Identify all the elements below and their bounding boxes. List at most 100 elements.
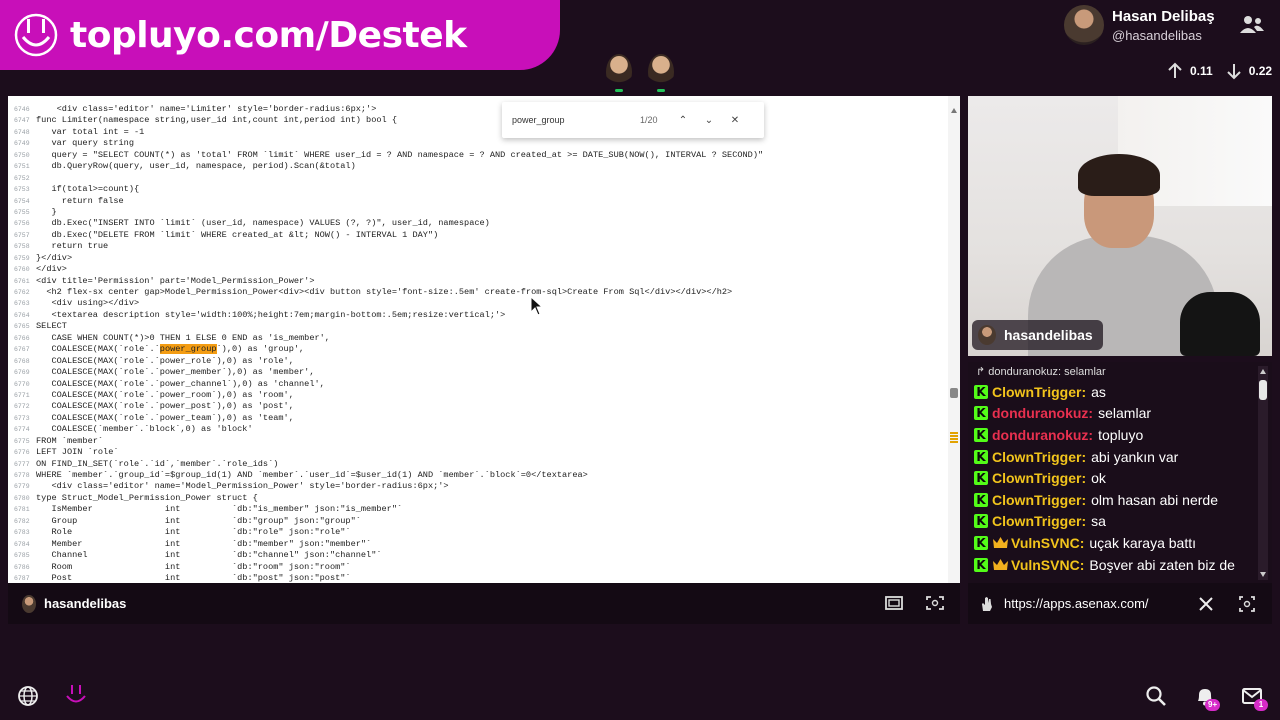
code-line[interactable]: 6768 COALESCE(MAX(`role`.`power_role`),0… (8, 356, 952, 367)
code-line[interactable]: 6762 <h2 flex-sx center gap>Model_Permis… (8, 287, 952, 298)
code-line[interactable]: 6755 } (8, 207, 952, 218)
code-line[interactable]: 6771 COALESCE(MAX(`role`.`power_room`),0… (8, 390, 952, 401)
code-line[interactable]: 6754 return false (8, 196, 952, 207)
code-line[interactable]: 6767 COALESCE(MAX(`role`.`power_group`),… (8, 344, 952, 355)
code-text: if(total>=count){ (36, 184, 140, 195)
code-text: db.QueryRow(query, user_id, namespace, p… (36, 161, 356, 172)
app-url[interactable]: https://apps.asenax.com/ (1004, 596, 1149, 611)
kick-badge-icon: K (974, 471, 988, 486)
code-line[interactable]: 6750 query = "SELECT COUNT(*) as 'total'… (8, 150, 952, 161)
code-line[interactable]: 6747 func Limiter(namespace string,user_i… (8, 115, 952, 126)
find-input[interactable]: power_group (512, 115, 612, 125)
code-line[interactable]: 6746 <div class='editor' name='Limiter' … (8, 104, 952, 115)
find-bar[interactable]: power_group 1/20 ⌃ ⌄ ✕ (502, 102, 764, 138)
code-line[interactable]: 6758 return true (8, 241, 952, 252)
find-previous-button[interactable]: ⌃ (670, 115, 696, 126)
code-line[interactable]: 6773 COALESCE(MAX(`role`.`power_team`),0… (8, 413, 952, 424)
close-icon[interactable] (1197, 595, 1215, 613)
vertical-scrollbar[interactable] (948, 96, 960, 583)
code-line[interactable]: 6780 type Struct_Model_Permission_Power s… (8, 493, 952, 504)
chat-message[interactable]: Kdonduranokuz: topluyo (974, 424, 1258, 446)
fullscreen-icon[interactable] (1238, 595, 1256, 613)
chat-text: olm hasan abi nerde (1091, 491, 1218, 508)
code-line[interactable]: 6756 db.Exec("INSERT INTO `limit` (user_… (8, 218, 952, 229)
chat-username[interactable]: ClownTrigger: (992, 449, 1086, 465)
code-line[interactable]: 6759}</div> (8, 253, 952, 264)
code-line[interactable]: 6787 Post int `db:"post" json:"post"` (8, 573, 952, 583)
code-line[interactable]: 6786 Room int `db:"room" json:"room"` (8, 562, 952, 573)
chat-panel[interactable]: ↱ donduranokuz: selamlar K ClownTrigger: a… (968, 362, 1272, 583)
code-line[interactable]: 6770 COALESCE(MAX(`role`.`power_channel`… (8, 379, 952, 390)
code-line[interactable]: 6782 Group int `db:"group" json:"group"` (8, 516, 952, 527)
code-line[interactable]: 6777 ON FIND_IN_SET(`role`.`id`,`member`.… (8, 459, 952, 470)
chat-username[interactable]: ClownTrigger: (992, 492, 1086, 508)
chat-username[interactable]: ClownTrigger: (992, 384, 1086, 400)
code-text: return false (36, 195, 124, 206)
code-text: Room int `db:"room" json:"room"` (36, 561, 351, 572)
line-number: 6759 (14, 254, 30, 262)
webcam-view[interactable]: hasandelibas (968, 96, 1272, 356)
chat-username[interactable]: ClownTrigger: (992, 470, 1086, 486)
code-line[interactable]: 6763 <div using></div> (8, 298, 952, 309)
code-line[interactable]: 6761 <div title='Permission' part='Model_… (8, 276, 952, 287)
code-line[interactable]: 6749 var query string (8, 138, 952, 149)
code-line[interactable]: 6752 (8, 173, 952, 184)
find-next-button[interactable]: ⌄ (696, 115, 722, 126)
code-text: COALESCE(`member`.`block`,0) as 'block' (36, 424, 253, 435)
code-editor[interactable]: 6746 <div class='editor' name='Limiter' … (8, 104, 952, 583)
topluyo-logo-icon[interactable] (63, 683, 89, 709)
chat-username[interactable]: ClownTrigger: (992, 513, 1086, 529)
code-line[interactable]: 6757 db.Exec("DELETE FROM `limit` WHERE … (8, 230, 952, 241)
profile-header[interactable]: Hasan Delibaş @hasandelibas (1064, 5, 1215, 45)
code-line[interactable]: 6764 <textarea description style='width:… (8, 310, 952, 321)
code-line[interactable]: 6751 db.QueryRow(query, user_id, namespa… (8, 161, 952, 172)
chat-message[interactable]: K ClownTrigger: ok (974, 467, 1258, 489)
viewer-avatar[interactable] (648, 54, 674, 92)
microphone (1180, 292, 1260, 356)
chat-message[interactable]: K ClownTrigger: as (974, 381, 1258, 403)
screen-share-view[interactable]: 6746 <div class='editor' name='Limiter' … (8, 96, 960, 583)
chat-message[interactable]: K ClownTrigger: sa (974, 511, 1258, 533)
code-text: Channel int `db:"channel" json:"channel"… (36, 550, 382, 561)
chat-message[interactable]: K ClownTrigger: abi yankın var (974, 446, 1258, 468)
chat-username[interactable]: donduranokuz: (992, 427, 1093, 443)
crown-icon (993, 559, 1008, 571)
close-icon[interactable]: ✕ (722, 115, 748, 126)
code-line[interactable]: 6753 if(total>=count){ (8, 184, 952, 195)
line-number: 6756 (14, 220, 30, 228)
code-line[interactable]: 6784 Member int `db:"member" json:"membe… (8, 539, 952, 550)
globe-icon[interactable] (17, 685, 39, 707)
code-line[interactable]: 6781 IsMember int `db:"is_member" json:"… (8, 504, 952, 515)
code-line[interactable]: 6772 COALESCE(MAX(`role`.`power_post`),0… (8, 401, 952, 412)
code-line[interactable]: 6785 Channel int `db:"channel" json:"cha… (8, 550, 952, 561)
code-line[interactable]: 6778 WHERE `member`.`group_id`=$group_id(… (8, 470, 952, 481)
viewer-avatar[interactable] (606, 54, 632, 92)
code-line[interactable]: 6748 var total int = -1 (8, 127, 952, 138)
code-line[interactable]: 6783 Role int `db:"role" json:"role"` (8, 527, 952, 538)
code-line[interactable]: 6774 COALESCE(`member`.`block`,0) as 'bl… (8, 424, 952, 435)
fullscreen-icon[interactable] (925, 595, 945, 611)
chat-scrollbar[interactable] (1258, 366, 1268, 580)
code-line[interactable]: 6760 </div> (8, 264, 952, 275)
chat-message[interactable]: K VulnSVNC: uçak karaya battı (974, 532, 1258, 554)
code-line[interactable]: 6766 CASE WHEN COUNT(*)>0 THEN 1 ELSE 0 … (8, 333, 952, 344)
code-line[interactable]: 6779 <div class='editor' name='Model_Per… (8, 481, 952, 492)
code-line[interactable]: 6765 SELECT (8, 321, 952, 332)
search-icon[interactable] (1145, 685, 1167, 707)
people-icon[interactable] (1239, 14, 1265, 34)
chat-username[interactable]: donduranokuz: (992, 405, 1093, 421)
code-line[interactable]: 6775 FROM `member` (8, 436, 952, 447)
kick-badge-icon: K (974, 514, 988, 529)
scrollbar-thumb[interactable] (950, 388, 958, 398)
chat-username[interactable]: VulnSVNC: (1011, 535, 1084, 551)
avatar[interactable] (1064, 5, 1104, 45)
code-line[interactable]: 6776 LEFT JOIN `role` (8, 447, 952, 458)
theater-mode-icon[interactable] (884, 595, 904, 611)
code-text: FROM `member` (36, 435, 104, 446)
chat-message[interactable]: K ClownTrigger: olm hasan abi nerde (974, 489, 1258, 511)
chat-username[interactable]: VulnSVNC: (1011, 557, 1084, 573)
code-line[interactable]: 6769 COALESCE(MAX(`role`.`power_member`)… (8, 367, 952, 378)
chat-message[interactable]: Kdonduranokuz: selamlar (974, 403, 1258, 425)
chat-message[interactable]: K VulnSVNC: Boşver abi zaten biz de (974, 554, 1258, 576)
